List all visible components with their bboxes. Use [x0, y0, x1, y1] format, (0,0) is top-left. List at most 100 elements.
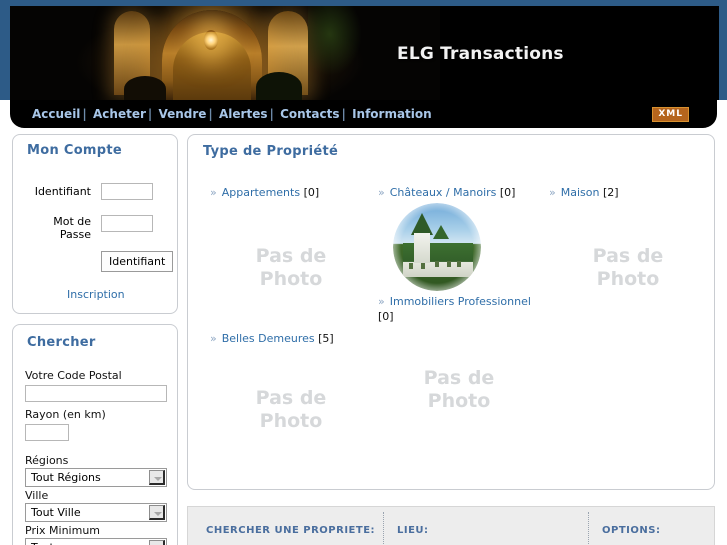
- bottom-search-bar: CHERCHER UNE PROPRIETE: LIEU: OPTIONS:: [187, 506, 715, 545]
- property-types-title: Type de Propriété: [203, 144, 339, 159]
- bush-left-icon: [124, 76, 166, 100]
- nav-item-vendre[interactable]: Vendre: [158, 107, 206, 121]
- property-types-panel: Type de Propriété » Appartements [0] » Châ…: [187, 134, 715, 490]
- type-item-belles-demeures[interactable]: » Belles Demeures [5]: [210, 331, 334, 346]
- chevron-down-icon[interactable]: [149, 470, 165, 485]
- chateau-window-icon: [409, 263, 413, 269]
- chevron-right-icon: »: [378, 295, 385, 308]
- nav-item-acheter[interactable]: Acheter: [93, 107, 146, 121]
- chateau-thumbnail-inner: [393, 203, 481, 291]
- type-link-appartements[interactable]: Appartements: [222, 186, 300, 199]
- banner-photo: [10, 6, 440, 100]
- bottom-bar-options-label: OPTIONS:: [602, 525, 661, 536]
- no-photo-placeholder-extra: Pas de Photo: [404, 367, 514, 413]
- type-link-belles-demeures[interactable]: Belles Demeures: [222, 332, 315, 345]
- no-photo-line1: Pas de: [423, 367, 495, 389]
- type-count-belles-demeures: [5]: [318, 332, 334, 345]
- type-count-chateaux: [0]: [499, 186, 516, 199]
- password-input[interactable]: [101, 215, 153, 232]
- postal-code-label: Votre Code Postal: [25, 369, 122, 382]
- bottom-bar-divider-1: [383, 512, 384, 545]
- radius-label: Rayon (en km): [25, 408, 106, 421]
- region-select[interactable]: Tout Régions: [25, 468, 167, 487]
- nav-item-information[interactable]: Information: [352, 107, 432, 121]
- identifiant-label: Identifiant: [34, 185, 91, 198]
- type-count-maison: [2]: [602, 186, 619, 199]
- navigation-bar: Accueil | Acheter | Vendre | Alertes | Conta…: [10, 100, 717, 128]
- login-submit-button[interactable]: Identifiant: [101, 251, 174, 272]
- nav-separator: |: [82, 107, 87, 121]
- chateau-window-icon: [435, 261, 439, 267]
- nav-separator: |: [147, 107, 153, 121]
- no-photo-line1: Pas de: [255, 387, 327, 409]
- chateau-window-icon: [421, 263, 425, 269]
- chevron-right-icon: »: [549, 186, 556, 199]
- price-minimum-select-value: Tout: [31, 541, 54, 545]
- chateau-thumbnail-image[interactable]: [393, 203, 481, 291]
- chateau-second-roof-icon: [433, 225, 449, 239]
- no-photo-placeholder-maison: Pas de Photo: [573, 245, 683, 291]
- chateau-window-icon: [447, 261, 451, 267]
- chevron-right-icon: »: [210, 186, 217, 199]
- chevron-right-icon: »: [378, 186, 385, 199]
- nav-links: Accueil | Acheter | Vendre | Alertes | Conta…: [32, 107, 432, 121]
- bottom-bar-divider-2: [588, 512, 589, 545]
- chateau-window-icon: [457, 261, 461, 267]
- type-item-maison[interactable]: » Maison [2]: [549, 185, 619, 200]
- type-item-appartements[interactable]: » Appartements [0]: [210, 185, 319, 200]
- account-panel-title: Mon Compte: [27, 143, 123, 158]
- type-link-maison[interactable]: Maison: [561, 186, 600, 199]
- search-panel: Chercher Votre Code Postal Rayon (en km)…: [12, 324, 178, 545]
- account-panel: Mon Compte Identifiant Mot de Passe Iden…: [12, 134, 178, 314]
- postal-code-input[interactable]: [25, 385, 167, 402]
- bottom-bar-search-label: CHERCHER UNE PROPRIETE:: [206, 525, 376, 536]
- city-select-value: Tout Ville: [31, 506, 81, 519]
- type-item-immobiliers-professionnel[interactable]: » Immobiliers Professionnel [0]: [378, 294, 538, 324]
- nav-item-accueil[interactable]: Accueil: [32, 107, 80, 121]
- chevron-down-icon[interactable]: [149, 505, 165, 520]
- no-photo-line1: Pas de: [255, 245, 327, 267]
- nav-item-alertes[interactable]: Alertes: [219, 107, 267, 121]
- price-minimum-select[interactable]: Tout: [25, 538, 167, 545]
- bush-right-icon: [256, 72, 302, 100]
- identifiant-input[interactable]: [101, 183, 153, 200]
- type-link-immobiliers-professionnel[interactable]: Immobiliers Professionnel: [390, 295, 531, 308]
- no-photo-line2: Photo: [427, 390, 491, 412]
- site-title: ELG Transactions: [397, 44, 564, 64]
- no-photo-line2: Photo: [259, 268, 323, 290]
- password-label-line2: Passe: [59, 228, 91, 241]
- no-photo-line1: Pas de: [592, 245, 664, 267]
- header-frame: ELG Transactions: [0, 0, 727, 100]
- no-photo-line2: Photo: [259, 410, 323, 432]
- nav-item-contacts[interactable]: Contacts: [280, 107, 339, 121]
- nav-separator: |: [341, 107, 346, 121]
- foliage-icon: [308, 6, 362, 76]
- type-count-immobiliers-professionnel: [0]: [378, 310, 394, 323]
- radius-input[interactable]: [25, 424, 69, 441]
- search-panel-title: Chercher: [27, 335, 96, 350]
- region-select-value: Tout Régions: [31, 471, 101, 484]
- city-select[interactable]: Tout Ville: [25, 503, 167, 522]
- type-count-appartements: [0]: [303, 186, 320, 199]
- register-link[interactable]: Inscription: [67, 288, 125, 301]
- type-item-chateaux[interactable]: » Châteaux / Manoirs [0]: [378, 185, 515, 200]
- password-label-line1: Mot de: [53, 215, 91, 228]
- region-label: Régions: [25, 454, 69, 467]
- city-label: Ville: [25, 489, 49, 502]
- chevron-right-icon: »: [210, 332, 217, 345]
- lamp-icon: [204, 30, 218, 50]
- no-photo-line2: Photo: [596, 268, 660, 290]
- price-minimum-label: Prix Minimum: [25, 524, 101, 537]
- chateau-tower-icon: [414, 233, 430, 263]
- bottom-bar-place-label: LIEU:: [397, 525, 429, 536]
- no-photo-placeholder-appartements: Pas de Photo: [236, 245, 346, 291]
- type-link-chateaux[interactable]: Châteaux / Manoirs: [390, 186, 497, 199]
- chevron-down-icon[interactable]: [149, 540, 165, 545]
- xml-feed-icon[interactable]: XML: [652, 107, 689, 122]
- nav-separator: |: [269, 107, 274, 121]
- no-photo-placeholder-belles-demeures: Pas de Photo: [236, 387, 346, 433]
- page-root: ELG Transactions Accueil | Acheter | Vendr…: [0, 0, 727, 545]
- chateau-tower-roof-icon: [411, 213, 433, 235]
- header-banner: ELG Transactions: [10, 6, 719, 100]
- nav-separator: |: [208, 107, 213, 121]
